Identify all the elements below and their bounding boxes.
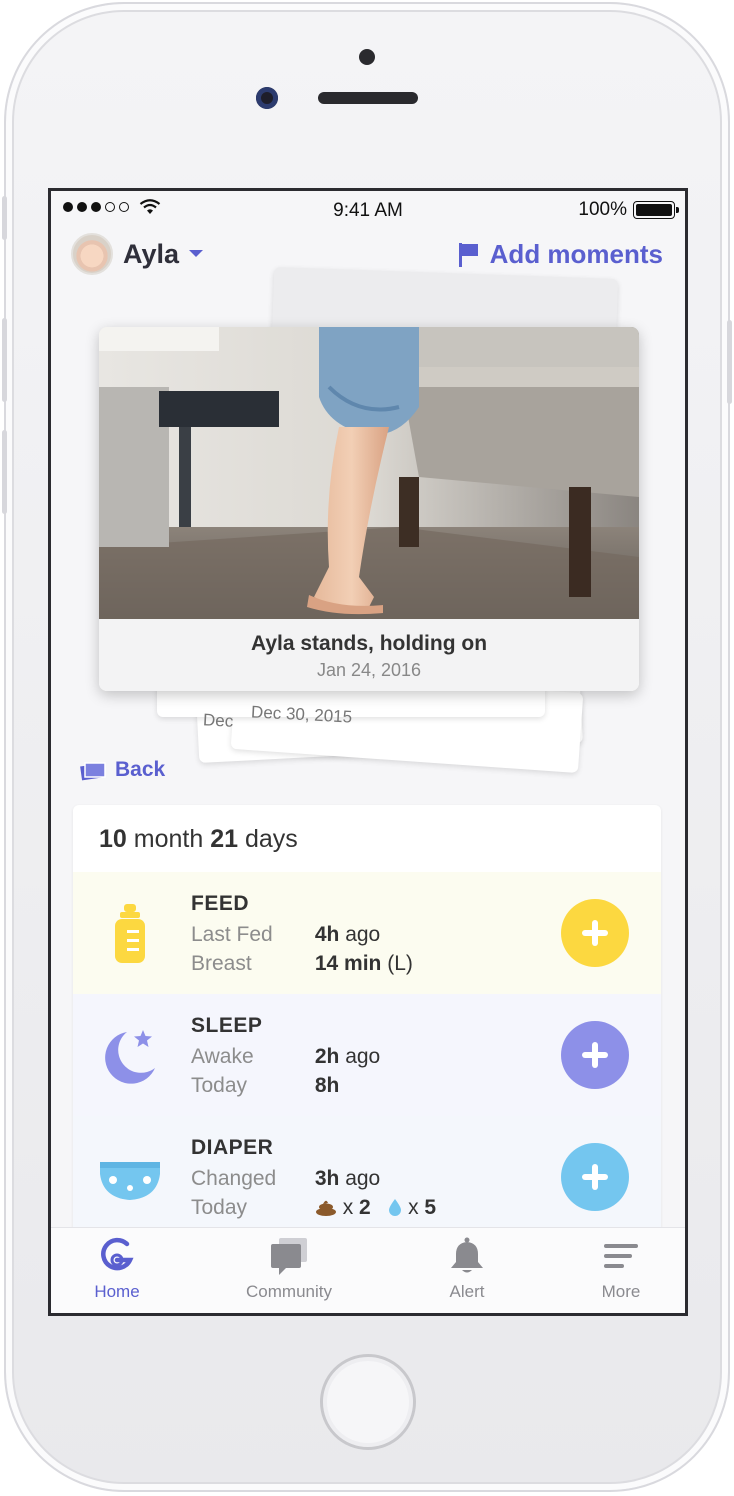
proximity-sensor — [359, 49, 375, 65]
tab-alert-label: Alert — [449, 1282, 485, 1301]
moment-date: Jan 24, 2016 — [316, 660, 422, 680]
moment-card[interactable]: Ayla stands, holding on Jan 24, 2016 — [99, 327, 639, 691]
diaper-icon — [100, 1162, 160, 1200]
sleep-title: SLEEP — [191, 1014, 263, 1037]
moment-caption: Ayla stands, holding on Jan 24, 2016 — [99, 619, 639, 691]
age-day-word: days — [244, 825, 298, 853]
tab-more-label: More — [601, 1282, 641, 1301]
power-button — [727, 320, 732, 404]
sleep-line1-label: Awake — [191, 1045, 254, 1068]
droplet-icon — [389, 1199, 402, 1216]
status-bar: 9:41 AM 100% — [51, 191, 685, 229]
chat-bubbles-icon — [271, 1238, 307, 1275]
bell-icon — [451, 1237, 483, 1273]
photo-stack-icon — [80, 762, 106, 781]
moment-photo — [99, 327, 639, 619]
poop-count: 2 — [359, 1196, 371, 1219]
feed-line1-suffix: ago — [345, 923, 381, 946]
sleep-line1-suffix: ago — [345, 1045, 381, 1068]
bottle-icon — [115, 904, 145, 963]
moon-star-icon — [105, 1030, 155, 1084]
child-avatar[interactable] — [71, 233, 113, 275]
app-screen: 9:41 AM 100% Ayla Add moments Dec Dec 30… — [48, 188, 688, 1316]
feed-title: FEED — [191, 892, 250, 915]
diaper-line1-suffix: ago — [345, 1167, 381, 1190]
sleep-line2-value: 8h — [314, 1074, 340, 1097]
feed-line1-value: 4h — [314, 923, 340, 946]
volume-down-button — [2, 430, 7, 514]
add-diaper-button[interactable] — [561, 1143, 629, 1211]
age-days: 21 — [210, 825, 239, 853]
add-feed-button[interactable] — [561, 899, 629, 967]
tab-community-label: Community — [246, 1282, 332, 1301]
plus-icon — [582, 1164, 608, 1190]
diaper-row[interactable]: DIAPER Changed 3h ago Today x 2 x 5 — [73, 1116, 661, 1238]
earpiece-speaker — [318, 92, 418, 104]
tab-community[interactable]: Community — [219, 1236, 359, 1302]
wet-count: 5 — [424, 1196, 437, 1219]
tab-more[interactable]: More — [551, 1236, 685, 1302]
front-camera — [256, 87, 278, 109]
home-button[interactable] — [320, 1354, 416, 1450]
moment-title: Ayla stands, holding on — [250, 632, 488, 655]
feed-row[interactable]: FEED Last Fed 4h ago Breast 14 min (L) — [73, 872, 661, 994]
wet-x: x — [408, 1196, 419, 1219]
add-sleep-button[interactable] — [561, 1021, 629, 1089]
battery-icon — [633, 201, 679, 219]
sleep-line2-label: Today — [191, 1074, 248, 1097]
tab-home[interactable]: Home — [51, 1236, 187, 1302]
diaper-line2-label: Today — [191, 1196, 248, 1219]
sleep-line1-value: 2h — [314, 1045, 340, 1068]
mute-switch — [2, 196, 7, 240]
back-button[interactable]: Back — [79, 758, 165, 782]
feed-line2-label: Breast — [191, 952, 252, 975]
back-label: Back — [115, 758, 166, 781]
diaper-line1-label: Changed — [191, 1167, 277, 1190]
poop-x: x — [342, 1196, 354, 1219]
tab-alert[interactable]: Alert — [397, 1236, 537, 1302]
feed-line2-suffix: (L) — [387, 952, 413, 975]
menu-lines-icon — [604, 1244, 638, 1268]
home-g-icon — [101, 1237, 134, 1271]
sleep-row[interactable]: SLEEP Awake 2h ago Today 8h — [73, 994, 661, 1116]
add-moments-label: Add moments — [489, 239, 663, 269]
tab-home-label: Home — [94, 1282, 140, 1301]
add-moments-button[interactable]: Add moments — [458, 239, 663, 270]
activity-panel: 10 month 21 days FEED Last Fed 4h ago Br… — [73, 805, 661, 1245]
stack-card-date-1: Dec — [202, 710, 234, 731]
feed-line2-value: 14 min — [314, 952, 382, 975]
chevron-down-icon[interactable] — [189, 250, 203, 257]
age-months: 10 — [99, 825, 127, 853]
diaper-title: DIAPER — [191, 1136, 274, 1159]
age-month-word: month — [133, 825, 204, 853]
flag-icon — [458, 242, 478, 267]
diaper-line1-value: 3h — [314, 1167, 340, 1190]
volume-up-button — [2, 318, 7, 402]
child-name[interactable]: Ayla — [123, 239, 179, 270]
plus-icon — [582, 920, 608, 946]
child-age: 10 month 21 days — [99, 825, 298, 854]
battery-percent: 100% — [578, 199, 627, 220]
tab-bar: Home Community Alert More — [51, 1227, 685, 1313]
feed-line1-label: Last Fed — [191, 923, 273, 946]
plus-icon — [582, 1042, 608, 1068]
poop-icon — [315, 1200, 336, 1216]
